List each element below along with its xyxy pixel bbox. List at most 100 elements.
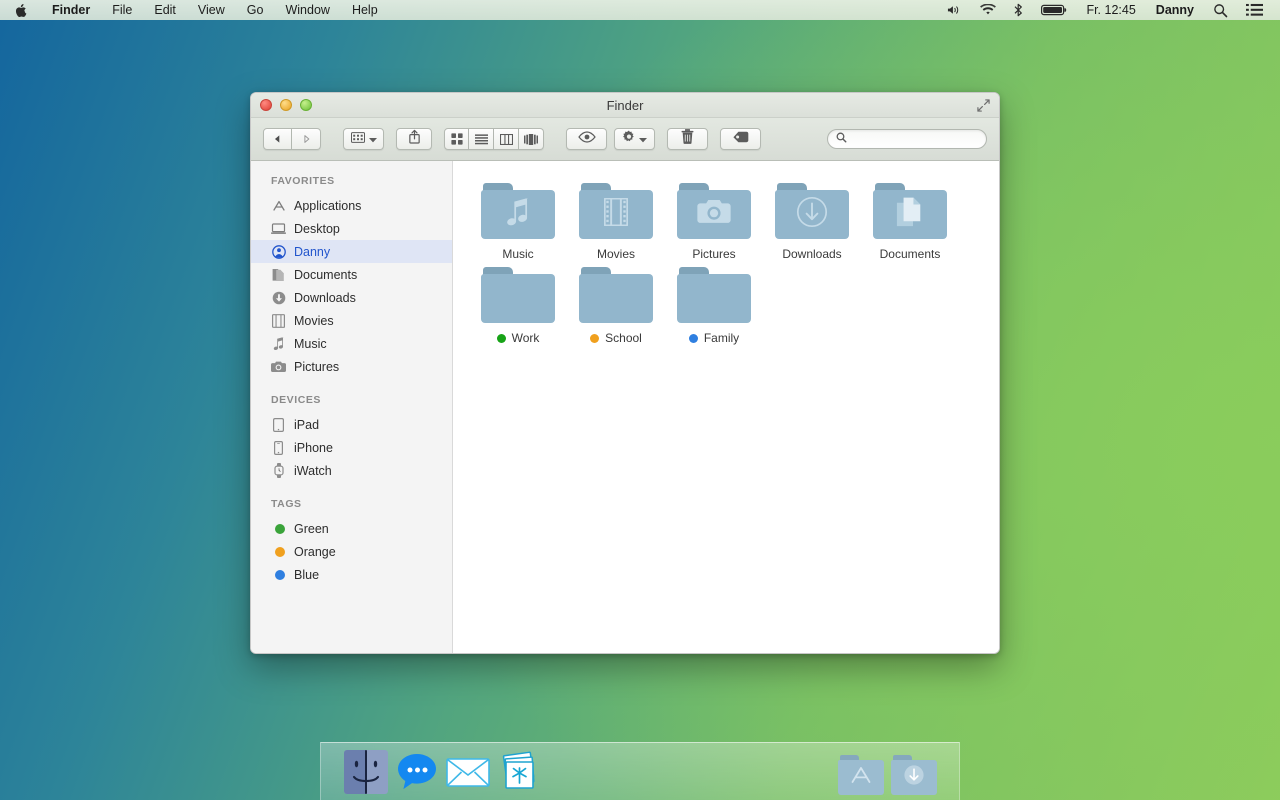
delete-button[interactable]	[667, 128, 708, 150]
file-item-label: Family	[704, 331, 739, 345]
sidebar-item-applications[interactable]: Applications	[251, 194, 452, 217]
close-button[interactable]	[260, 99, 272, 111]
menu-item-file[interactable]: File	[101, 0, 143, 20]
sidebar-item-documents[interactable]: Documents	[251, 263, 452, 286]
window-titlebar[interactable]: Finder	[251, 93, 999, 118]
tag-dot-icon	[271, 521, 286, 536]
apple-logo-icon[interactable]	[0, 3, 41, 18]
menubar-clock[interactable]: Fr. 12:45	[1076, 3, 1145, 17]
applications-folder-dock-icon[interactable]	[838, 755, 884, 795]
file-item-label-wrapper: Downloads	[782, 247, 841, 261]
spotlight-search-icon[interactable]	[1204, 3, 1237, 18]
dock-left-group	[343, 749, 542, 795]
view-mode-buttons	[444, 128, 544, 150]
zoom-button[interactable]	[300, 99, 312, 111]
ipad-icon	[271, 417, 286, 432]
finder-window: Finder	[250, 92, 1000, 654]
messages-dock-icon[interactable]	[394, 749, 440, 795]
file-item-label-wrapper: School	[590, 331, 642, 345]
file-item-documents[interactable]: Documents	[861, 177, 959, 261]
sidebar-item-iwatch[interactable]: iWatch	[251, 459, 452, 482]
file-browser-content[interactable]: Music	[453, 161, 999, 654]
desktop: Finder File Edit View Go Window Help	[0, 0, 1280, 800]
movies-icon	[271, 313, 286, 328]
file-item-label-wrapper: Pictures	[692, 247, 735, 261]
file-item-label: Documents	[880, 247, 941, 261]
downloads-icon	[271, 290, 286, 305]
action-menu-button[interactable]	[614, 128, 655, 150]
trash-icon	[681, 129, 694, 149]
sidebar-item-tag-green[interactable]: Green	[251, 517, 452, 540]
navigation-buttons	[263, 128, 321, 150]
menu-item-window[interactable]: Window	[274, 0, 340, 20]
file-item-label-wrapper: Family	[689, 331, 739, 345]
sidebar-item-label: Pictures	[294, 360, 339, 374]
file-item-work[interactable]: Work	[469, 261, 567, 345]
file-item-label-wrapper: Music	[502, 247, 533, 261]
file-item-family[interactable]: Family	[665, 261, 763, 345]
quick-look-button[interactable]	[566, 128, 607, 150]
sidebar-item-label: Documents	[294, 268, 357, 282]
file-item-label-wrapper: Documents	[880, 247, 941, 261]
finder-dock-icon[interactable]	[343, 749, 389, 795]
sidebar-section-tags: TAGS Green Orange	[251, 498, 452, 586]
tag-icon	[733, 130, 749, 148]
file-item-music[interactable]: Music	[469, 177, 567, 261]
menu-item-edit[interactable]: Edit	[143, 0, 187, 20]
dock-right-group	[838, 755, 937, 795]
sidebar-item-label: iPhone	[294, 441, 333, 455]
column-view-icon[interactable]	[494, 128, 519, 150]
sidebar-item-downloads[interactable]: Downloads	[251, 286, 452, 309]
menu-item-view[interactable]: View	[187, 0, 236, 20]
fullscreen-icon[interactable]	[977, 99, 999, 112]
menu-item-go[interactable]: Go	[236, 0, 275, 20]
mail-dock-icon[interactable]	[445, 749, 491, 795]
volume-icon[interactable]	[938, 4, 971, 16]
coverflow-view-icon[interactable]	[519, 128, 544, 150]
menu-bar: Finder File Edit View Go Window Help	[0, 0, 1280, 20]
sidebar-item-movies[interactable]: Movies	[251, 309, 452, 332]
file-item-school[interactable]: School	[567, 261, 665, 345]
sidebar-item-pictures[interactable]: Pictures	[251, 355, 452, 378]
tag-button[interactable]	[720, 128, 761, 150]
search-input[interactable]	[852, 133, 978, 145]
wifi-icon[interactable]	[971, 4, 1005, 16]
icon-view-icon[interactable]	[444, 128, 469, 150]
iphone-icon	[271, 440, 286, 455]
file-item-pictures[interactable]: Pictures	[665, 177, 763, 261]
sidebar-header-favorites: FAVORITES	[251, 175, 452, 194]
sidebar-header-devices: DEVICES	[251, 394, 452, 413]
back-arrow-icon[interactable]	[263, 128, 292, 150]
file-item-downloads[interactable]: Downloads	[763, 177, 861, 261]
arrange-by-icon	[351, 130, 365, 148]
sidebar-item-ipad[interactable]: iPad	[251, 413, 452, 436]
iphoto-dock-icon[interactable]	[496, 749, 542, 795]
file-item-movies[interactable]: Movies	[567, 177, 665, 261]
minimize-button[interactable]	[280, 99, 292, 111]
sidebar: FAVORITES Applications	[251, 161, 453, 654]
file-item-label: Work	[512, 331, 540, 345]
search-field[interactable]	[827, 129, 987, 149]
notification-center-icon[interactable]	[1237, 3, 1272, 17]
sidebar-item-tag-orange[interactable]: Orange	[251, 540, 452, 563]
sidebar-item-music[interactable]: Music	[251, 332, 452, 355]
gear-icon	[622, 130, 636, 149]
sidebar-item-label: iWatch	[294, 464, 332, 478]
sidebar-item-danny[interactable]: Danny	[251, 240, 452, 263]
menu-item-finder[interactable]: Finder	[41, 0, 101, 20]
forward-arrow-icon[interactable]	[292, 128, 321, 150]
menu-item-help[interactable]: Help	[341, 0, 389, 20]
sidebar-item-tag-blue[interactable]: Blue	[251, 563, 452, 586]
downloads-folder-dock-icon[interactable]	[891, 755, 937, 795]
list-view-icon[interactable]	[469, 128, 494, 150]
battery-icon[interactable]	[1032, 4, 1076, 16]
folder-icon	[677, 267, 751, 323]
menubar-username[interactable]: Danny	[1146, 3, 1204, 17]
share-button[interactable]	[396, 128, 432, 150]
file-item-label: Music	[502, 247, 533, 261]
sidebar-item-desktop[interactable]: Desktop	[251, 217, 452, 240]
arrange-by-button[interactable]	[343, 128, 384, 150]
bluetooth-icon[interactable]	[1005, 3, 1032, 17]
quick-look-eye-icon	[578, 130, 596, 148]
sidebar-item-iphone[interactable]: iPhone	[251, 436, 452, 459]
